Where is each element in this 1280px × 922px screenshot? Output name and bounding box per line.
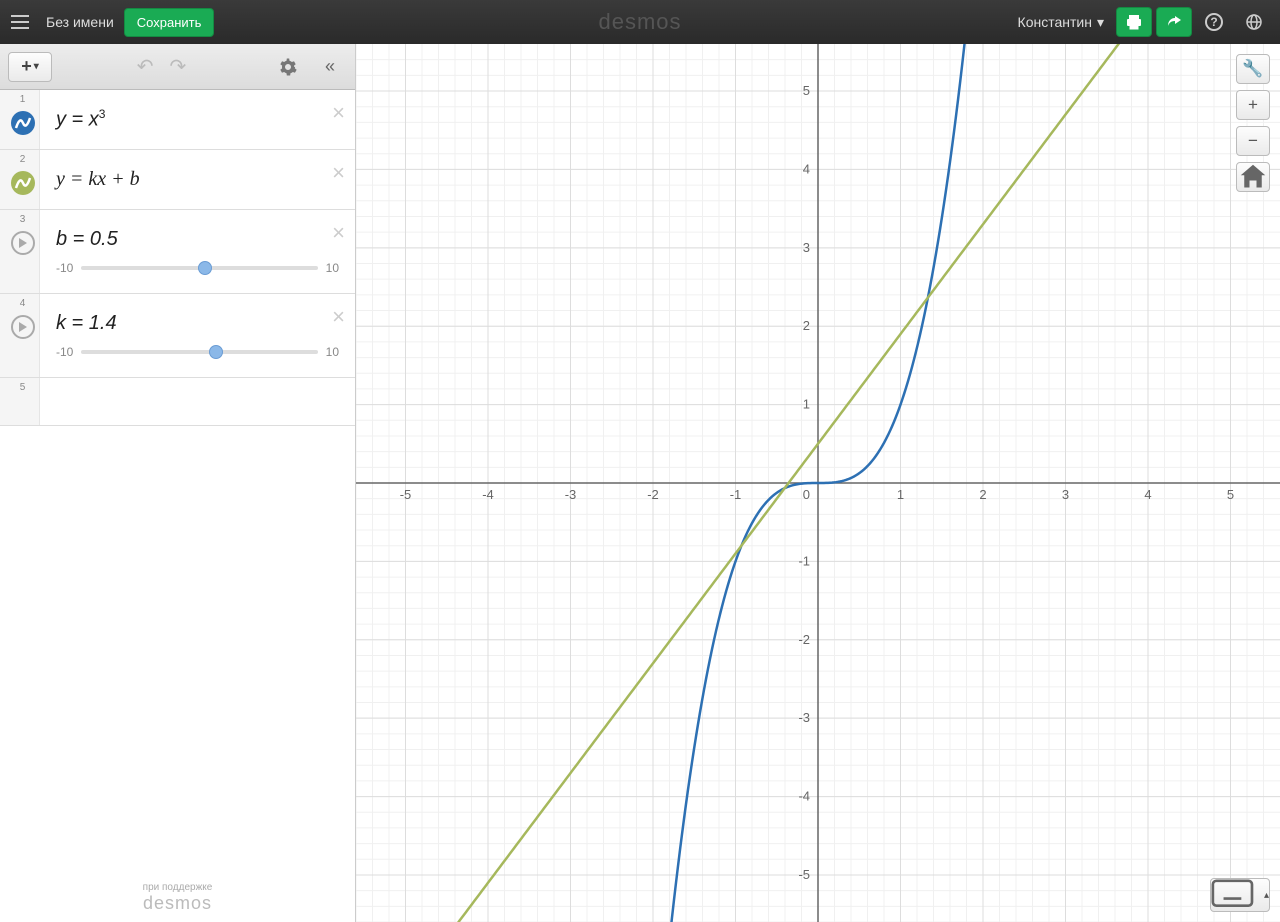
save-button[interactable]: Сохранить bbox=[124, 8, 215, 37]
slider[interactable]: -10 10 bbox=[56, 345, 339, 359]
expression-row[interactable]: 2 y = kx + b × bbox=[0, 150, 355, 210]
svg-text:1: 1 bbox=[897, 487, 904, 502]
svg-text:-4: -4 bbox=[798, 789, 810, 804]
expression-row[interactable]: 5 bbox=[0, 378, 355, 426]
svg-text:1: 1 bbox=[803, 397, 810, 412]
expression-input[interactable] bbox=[40, 378, 355, 425]
svg-text:-3: -3 bbox=[798, 710, 810, 725]
caret-down-icon: ▾ bbox=[1097, 14, 1104, 31]
expression-sidebar: +▾ ↶ ↷ « 1 y = x3 × 2 y = kx + bbox=[0, 44, 356, 922]
svg-text:4: 4 bbox=[1144, 487, 1151, 502]
graph-settings-button[interactable]: 🔧 bbox=[1236, 54, 1270, 84]
home-button[interactable] bbox=[1236, 162, 1270, 192]
expression-index: 1 bbox=[20, 94, 26, 105]
sidebar-footer: при поддержке desmos bbox=[0, 882, 355, 914]
svg-text:-3: -3 bbox=[565, 487, 577, 502]
help-button[interactable]: ? bbox=[1196, 7, 1232, 37]
expression-index: 3 bbox=[20, 214, 26, 225]
app-header: Без имени Сохранить desmos Константин ▾ … bbox=[0, 0, 1280, 44]
play-slider-button[interactable] bbox=[11, 315, 35, 339]
expression-index: 2 bbox=[20, 154, 26, 165]
svg-text:5: 5 bbox=[803, 83, 810, 98]
expression-input[interactable]: y = x3 bbox=[40, 90, 355, 149]
graph-canvas[interactable]: -5 -4 -3 -2 -1 1 2 3 4 5 -5 -4 -3 -2 -1 1 2 3 4 5 0 🔧 + − ▴ bbox=[356, 44, 1280, 922]
expression-row[interactable]: 3 b = 0.5 -10 10 × bbox=[0, 210, 355, 294]
slider-thumb[interactable] bbox=[209, 345, 223, 359]
svg-text:3: 3 bbox=[803, 240, 810, 255]
svg-text:0: 0 bbox=[803, 487, 810, 502]
share-button[interactable] bbox=[1156, 7, 1192, 37]
svg-text:-1: -1 bbox=[798, 553, 810, 568]
print-button[interactable] bbox=[1116, 7, 1152, 37]
expression-input[interactable]: k = 1.4 bbox=[56, 312, 339, 335]
svg-text:2: 2 bbox=[979, 487, 986, 502]
svg-text:4: 4 bbox=[803, 161, 810, 176]
svg-text:-2: -2 bbox=[798, 632, 810, 647]
zoom-in-button[interactable]: + bbox=[1236, 90, 1270, 120]
settings-button[interactable] bbox=[271, 52, 305, 82]
add-expression-button[interactable]: +▾ bbox=[8, 52, 52, 82]
slider-min[interactable]: -10 bbox=[56, 345, 73, 359]
svg-text:-2: -2 bbox=[647, 487, 659, 502]
collapse-sidebar-button[interactable]: « bbox=[313, 52, 347, 82]
redo-button[interactable]: ↷ bbox=[170, 54, 187, 79]
svg-text:?: ? bbox=[1210, 15, 1217, 29]
menu-icon[interactable] bbox=[0, 0, 40, 44]
sidebar-toolbar: +▾ ↶ ↷ « bbox=[0, 44, 355, 90]
svg-text:3: 3 bbox=[1062, 487, 1069, 502]
keyboard-button[interactable]: ▴ bbox=[1210, 878, 1270, 912]
svg-text:5: 5 bbox=[1227, 487, 1234, 502]
color-swatch[interactable] bbox=[11, 111, 35, 135]
expression-index: 4 bbox=[20, 298, 26, 309]
svg-text:-5: -5 bbox=[798, 867, 810, 882]
svg-text:-1: -1 bbox=[730, 487, 742, 502]
slider-max[interactable]: 10 bbox=[326, 261, 339, 275]
zoom-out-button[interactable]: − bbox=[1236, 126, 1270, 156]
play-slider-button[interactable] bbox=[11, 231, 35, 255]
expression-index: 5 bbox=[20, 382, 26, 393]
color-swatch[interactable] bbox=[11, 171, 35, 195]
user-name: Константин bbox=[1018, 14, 1092, 30]
document-title[interactable]: Без имени bbox=[46, 14, 114, 30]
expression-row[interactable]: 4 k = 1.4 -10 10 × bbox=[0, 294, 355, 378]
slider-max[interactable]: 10 bbox=[326, 345, 339, 359]
expression-input[interactable]: y = kx + b bbox=[40, 150, 355, 209]
expression-list: 1 y = x3 × 2 y = kx + b × 3 b = 0.5 bbox=[0, 90, 355, 922]
svg-text:2: 2 bbox=[803, 318, 810, 333]
svg-text:-4: -4 bbox=[482, 487, 494, 502]
delete-expression-button[interactable]: × bbox=[332, 100, 345, 126]
expression-row[interactable]: 1 y = x3 × bbox=[0, 90, 355, 150]
slider[interactable]: -10 10 bbox=[56, 261, 339, 275]
slider-thumb[interactable] bbox=[198, 261, 212, 275]
delete-expression-button[interactable]: × bbox=[332, 220, 345, 246]
user-menu[interactable]: Константин ▾ bbox=[1018, 14, 1104, 31]
undo-button[interactable]: ↶ bbox=[137, 54, 154, 79]
brand-logo: desmos bbox=[598, 9, 681, 35]
slider-min[interactable]: -10 bbox=[56, 261, 73, 275]
slider-track[interactable] bbox=[81, 350, 317, 354]
expression-input[interactable]: b = 0.5 bbox=[56, 228, 339, 251]
svg-text:-5: -5 bbox=[400, 487, 412, 502]
delete-expression-button[interactable]: × bbox=[332, 304, 345, 330]
language-button[interactable] bbox=[1236, 7, 1272, 37]
slider-track[interactable] bbox=[81, 266, 317, 270]
delete-expression-button[interactable]: × bbox=[332, 160, 345, 186]
